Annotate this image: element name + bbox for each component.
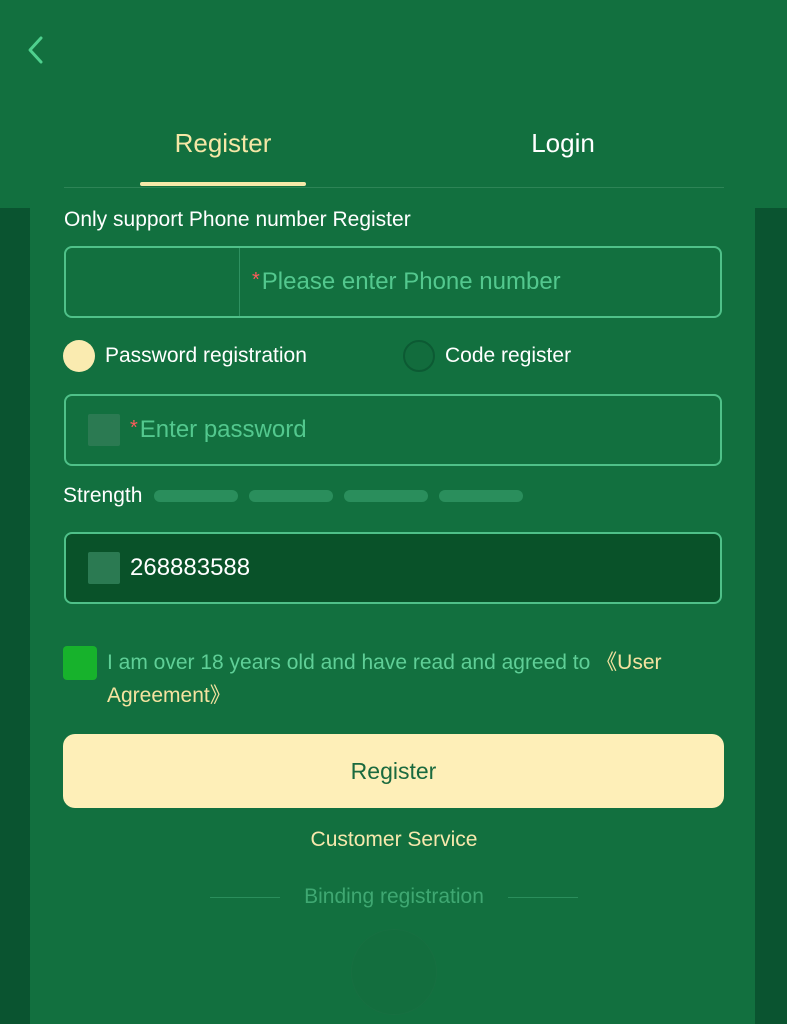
strength-label: Strength [63, 484, 143, 507]
agreement-checkbox[interactable] [63, 646, 97, 680]
lock-icon [88, 414, 120, 446]
agreement-row: I am over 18 years old and have read and… [63, 646, 723, 712]
strength-segment [249, 490, 334, 502]
phone-placeholder: Please enter Phone number [261, 268, 561, 295]
tab-register[interactable]: Register [140, 110, 306, 188]
back-button[interactable] [18, 32, 54, 68]
strength-segment [344, 490, 429, 502]
binding-registration-link[interactable]: Binding registration [304, 885, 484, 909]
agreement-statement: I am over 18 years old and have read and… [107, 651, 597, 674]
required-mark: * [130, 416, 138, 439]
side-shade-left [0, 208, 30, 1024]
required-mark: * [252, 268, 260, 291]
radio-code-register[interactable]: Code register [403, 338, 571, 374]
password-strength: Strength [63, 484, 534, 508]
phone-field[interactable]: * Please enter Phone number [64, 246, 722, 318]
strength-segment [439, 490, 524, 502]
strength-segment [154, 490, 239, 502]
tab-login[interactable]: Login [480, 110, 646, 188]
radio-selected-icon [63, 340, 95, 372]
radio-password-registration[interactable]: Password registration [63, 338, 307, 374]
password-placeholder: Enter password [139, 416, 307, 443]
country-code-selector[interactable] [66, 248, 240, 316]
auth-tabs: Register Login [64, 110, 724, 188]
password-field[interactable]: * Enter password [64, 394, 722, 466]
customer-service-link[interactable]: Customer Service [64, 828, 724, 852]
phone-input[interactable]: * Please enter Phone number [240, 268, 561, 296]
agreement-text: I am over 18 years old and have read and… [107, 646, 723, 712]
invite-icon [88, 552, 120, 584]
radio-unselected-icon [403, 340, 435, 372]
active-tab-indicator [140, 182, 306, 186]
radio-code-label: Code register [445, 344, 572, 367]
register-button[interactable]: Register [63, 734, 724, 808]
register-hint: Only support Phone number Register [64, 208, 411, 231]
chevron-left-icon [28, 36, 43, 64]
divider-line [210, 896, 281, 898]
divider-line [507, 896, 578, 898]
binding-registration-row: Binding registration [64, 882, 724, 912]
invite-code-field[interactable]: 268883588 [64, 532, 722, 604]
side-shade-right [755, 208, 787, 1024]
radio-password-label: Password registration [105, 344, 307, 367]
social-login-icon[interactable] [352, 930, 436, 1014]
invite-code-value: 268883588 [130, 554, 251, 581]
